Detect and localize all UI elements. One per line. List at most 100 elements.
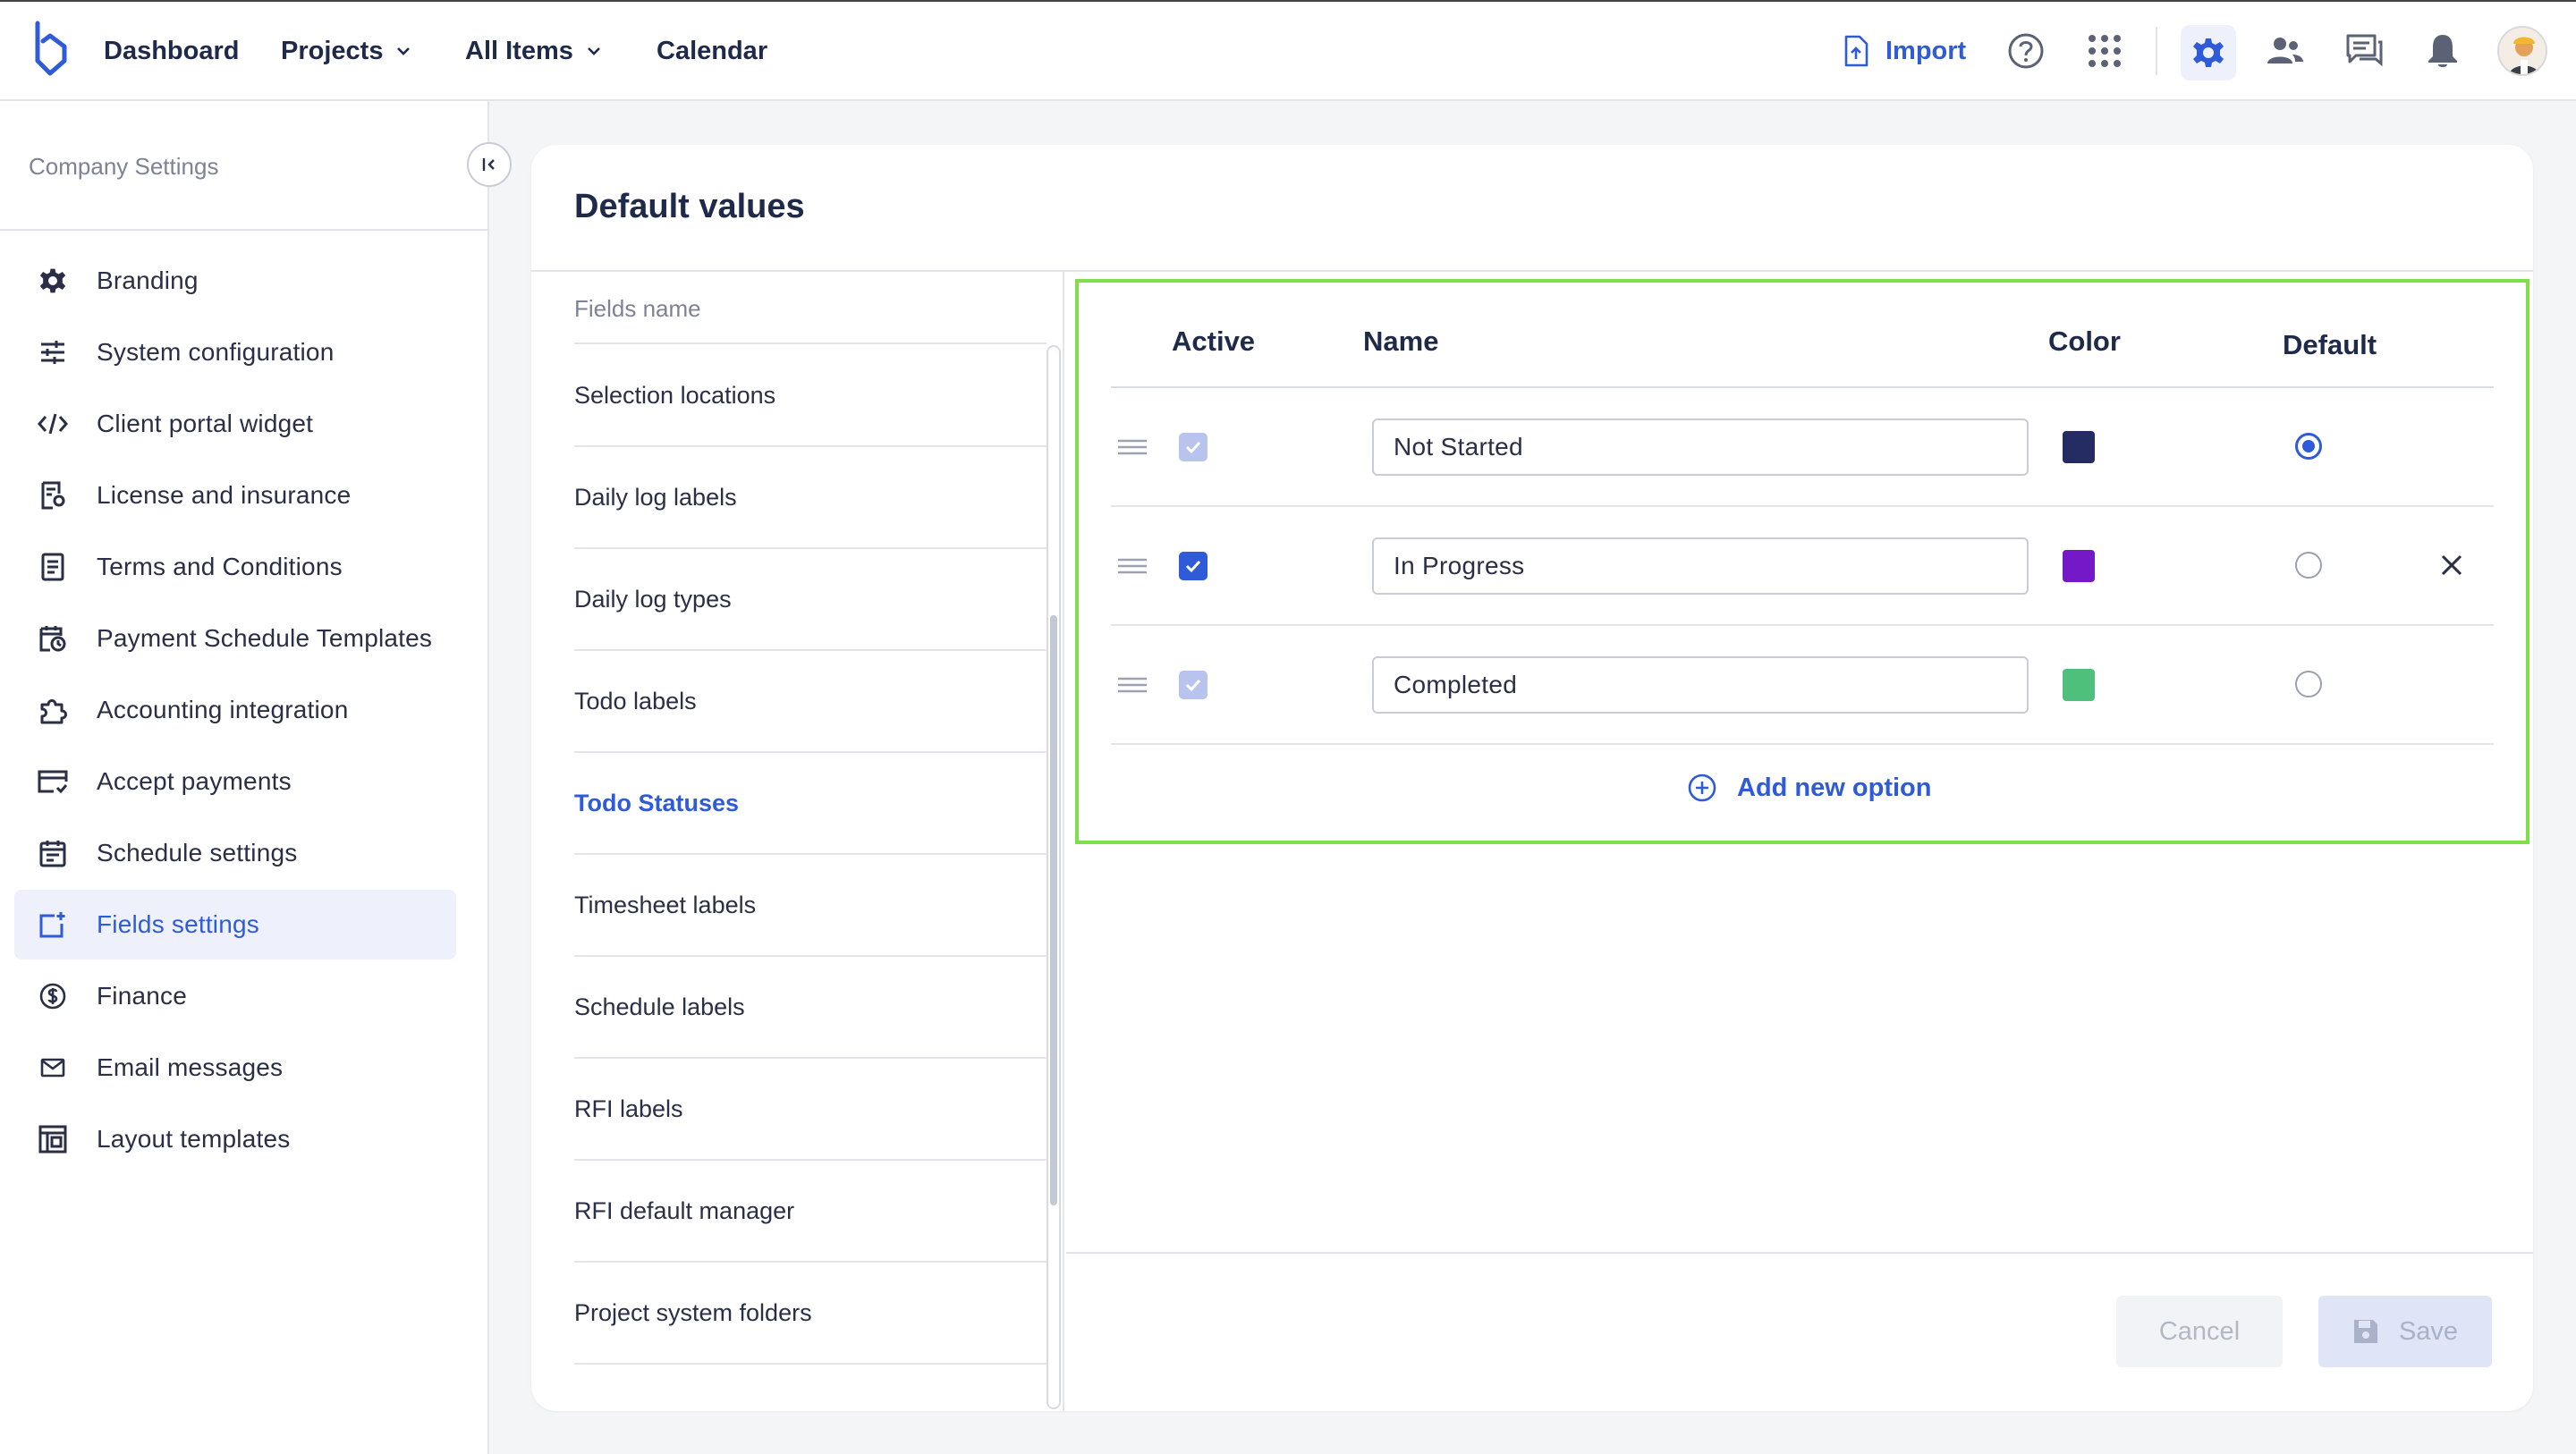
calendar-clock-icon bbox=[38, 623, 68, 654]
sidebar-item-layout-templates[interactable]: Layout templates bbox=[14, 1104, 456, 1174]
close-icon[interactable] bbox=[2438, 552, 2465, 579]
table-row: Not Started bbox=[1111, 388, 2494, 507]
import-label: Import bbox=[1885, 36, 1967, 65]
field-item-timesheet-labels[interactable]: Timesheet labels bbox=[574, 855, 1046, 957]
column-header-active: Active bbox=[1172, 325, 1256, 357]
save-button[interactable]: Save bbox=[2318, 1296, 2492, 1367]
table-row: In Progress bbox=[1111, 507, 2494, 626]
default-radio[interactable] bbox=[2295, 433, 2322, 460]
sidebar-item-payment-schedule-templates[interactable]: Payment Schedule Templates bbox=[14, 604, 456, 673]
active-checkbox[interactable] bbox=[1179, 433, 1208, 461]
color-swatch[interactable] bbox=[2063, 669, 2095, 701]
active-checkbox[interactable] bbox=[1179, 671, 1208, 699]
footer-divider bbox=[1066, 1252, 2533, 1254]
option-name-input[interactable]: Completed bbox=[1372, 656, 2029, 714]
sidebar-item-finance[interactable]: Finance bbox=[14, 961, 456, 1031]
bell-icon[interactable] bbox=[2422, 30, 2463, 72]
default-radio[interactable] bbox=[2295, 671, 2322, 697]
color-swatch[interactable] bbox=[2063, 431, 2095, 463]
add-new-option-button[interactable]: Add new option bbox=[1687, 773, 1931, 803]
sidebar-item-email-messages[interactable]: Email messages bbox=[14, 1033, 456, 1103]
drag-handle-icon[interactable] bbox=[1118, 676, 1147, 694]
sidebar-item-label: Finance bbox=[97, 982, 188, 1010]
field-item-selection-locations[interactable]: Selection locations bbox=[574, 345, 1046, 447]
field-item-label: Selection locations bbox=[574, 381, 776, 409]
sidebar-item-branding[interactable]: Branding bbox=[14, 246, 456, 316]
sidebar-item-schedule-settings[interactable]: Schedule settings bbox=[14, 818, 456, 888]
field-item-todo-statuses[interactable]: Todo Statuses bbox=[574, 753, 1046, 855]
field-add-icon bbox=[38, 909, 68, 940]
field-item-rfi-default-manager[interactable]: RFI default manager bbox=[574, 1161, 1046, 1263]
sidebar-title: Company Settings bbox=[29, 153, 219, 180]
fields-header-divider bbox=[574, 342, 1046, 344]
users-icon[interactable] bbox=[2265, 30, 2306, 72]
collapse-sidebar-button[interactable] bbox=[467, 142, 512, 187]
help-icon[interactable] bbox=[2005, 30, 2046, 72]
sidebar-item-label: Payment Schedule Templates bbox=[97, 624, 433, 652]
sidebar-item-system-configuration[interactable]: System configuration bbox=[14, 317, 456, 387]
nav-calendar[interactable]: Calendar bbox=[657, 2, 767, 100]
fields-list-header: Fields name bbox=[574, 295, 701, 322]
sidebar-item-label: System configuration bbox=[97, 338, 335, 366]
credit-card-icon bbox=[38, 766, 68, 797]
fields-scrollbar[interactable] bbox=[1046, 345, 1061, 1409]
sidebar-item-accounting-integration[interactable]: Accounting integration bbox=[14, 675, 456, 745]
color-swatch[interactable] bbox=[2063, 550, 2095, 582]
field-item-label: RFI default manager bbox=[574, 1196, 795, 1224]
messages-icon[interactable] bbox=[2343, 30, 2385, 72]
table-row: Completed bbox=[1111, 626, 2494, 745]
sidebar-item-terms-and-conditions[interactable]: Terms and Conditions bbox=[14, 532, 456, 602]
nav-all-items[interactable]: All Items bbox=[465, 2, 602, 100]
sidebar-item-label: Branding bbox=[97, 266, 199, 294]
field-item-daily-log-types[interactable]: Daily log types bbox=[574, 549, 1046, 651]
settings-gear-icon[interactable] bbox=[2181, 25, 2236, 80]
puzzle-icon bbox=[38, 695, 68, 725]
sidebar-item-label: Accounting integration bbox=[97, 696, 349, 723]
chevron-down-icon bbox=[587, 47, 600, 55]
sidebar-item-accept-payments[interactable]: Accept payments bbox=[14, 747, 456, 816]
sidebar-item-label: Terms and Conditions bbox=[97, 553, 343, 580]
nav-projects[interactable]: Projects bbox=[281, 2, 411, 100]
field-item-label: Todo Statuses bbox=[574, 789, 740, 816]
drag-handle-icon[interactable] bbox=[1118, 557, 1147, 575]
field-item-daily-log-labels[interactable]: Daily log labels bbox=[574, 447, 1046, 549]
layout-icon bbox=[38, 1124, 68, 1154]
default-radio[interactable] bbox=[2295, 552, 2322, 579]
field-item-project-system-folders[interactable]: Project system folders bbox=[574, 1263, 1046, 1365]
fields-list: Fields name Selection locations Daily lo… bbox=[531, 272, 1064, 1411]
field-item-rfi-labels[interactable]: RFI labels bbox=[574, 1059, 1046, 1161]
scrollbar-thumb[interactable] bbox=[1050, 615, 1057, 1205]
cancel-button[interactable]: Cancel bbox=[2116, 1296, 2283, 1367]
dollar-icon bbox=[38, 981, 68, 1011]
field-item-todo-labels[interactable]: Todo labels bbox=[574, 651, 1046, 753]
apps-grid-icon[interactable] bbox=[2084, 30, 2125, 72]
drag-handle-icon[interactable] bbox=[1118, 438, 1147, 456]
option-name-input[interactable]: In Progress bbox=[1372, 537, 2029, 595]
app-logo-icon[interactable] bbox=[30, 20, 70, 79]
file-upload-icon bbox=[1844, 35, 1868, 67]
sidebar-item-fields-settings[interactable]: Fields settings bbox=[14, 890, 456, 959]
column-header-name: Name bbox=[1363, 325, 1439, 357]
sidebar-item-label: Schedule settings bbox=[97, 839, 298, 866]
option-name-input[interactable]: Not Started bbox=[1372, 418, 2029, 476]
sliders-icon bbox=[38, 337, 68, 368]
sidebar-item-label: License and insurance bbox=[97, 481, 352, 509]
column-header-color: Color bbox=[2048, 325, 2121, 357]
avatar[interactable] bbox=[2497, 26, 2547, 76]
license-icon bbox=[38, 480, 68, 511]
check-icon bbox=[1185, 560, 1201, 573]
sidebar-item-label: Email messages bbox=[97, 1053, 284, 1081]
document-icon bbox=[38, 552, 68, 582]
sidebar-item-label: Layout templates bbox=[97, 1125, 291, 1153]
active-checkbox[interactable] bbox=[1179, 552, 1208, 580]
sidebar-item-license-and-insurance[interactable]: License and insurance bbox=[14, 461, 456, 530]
field-item-label: Schedule labels bbox=[574, 993, 745, 1020]
save-label: Save bbox=[2398, 1316, 2459, 1346]
sidebar-item-client-portal-widget[interactable]: Client portal widget bbox=[14, 389, 456, 459]
toolbar-divider bbox=[2156, 27, 2157, 75]
sidebar-divider bbox=[0, 229, 487, 231]
nav-dashboard[interactable]: Dashboard bbox=[104, 2, 239, 100]
sidebar-item-label: Accept payments bbox=[97, 767, 292, 795]
field-item-schedule-labels[interactable]: Schedule labels bbox=[574, 957, 1046, 1059]
import-button[interactable]: Import bbox=[1843, 29, 1966, 73]
